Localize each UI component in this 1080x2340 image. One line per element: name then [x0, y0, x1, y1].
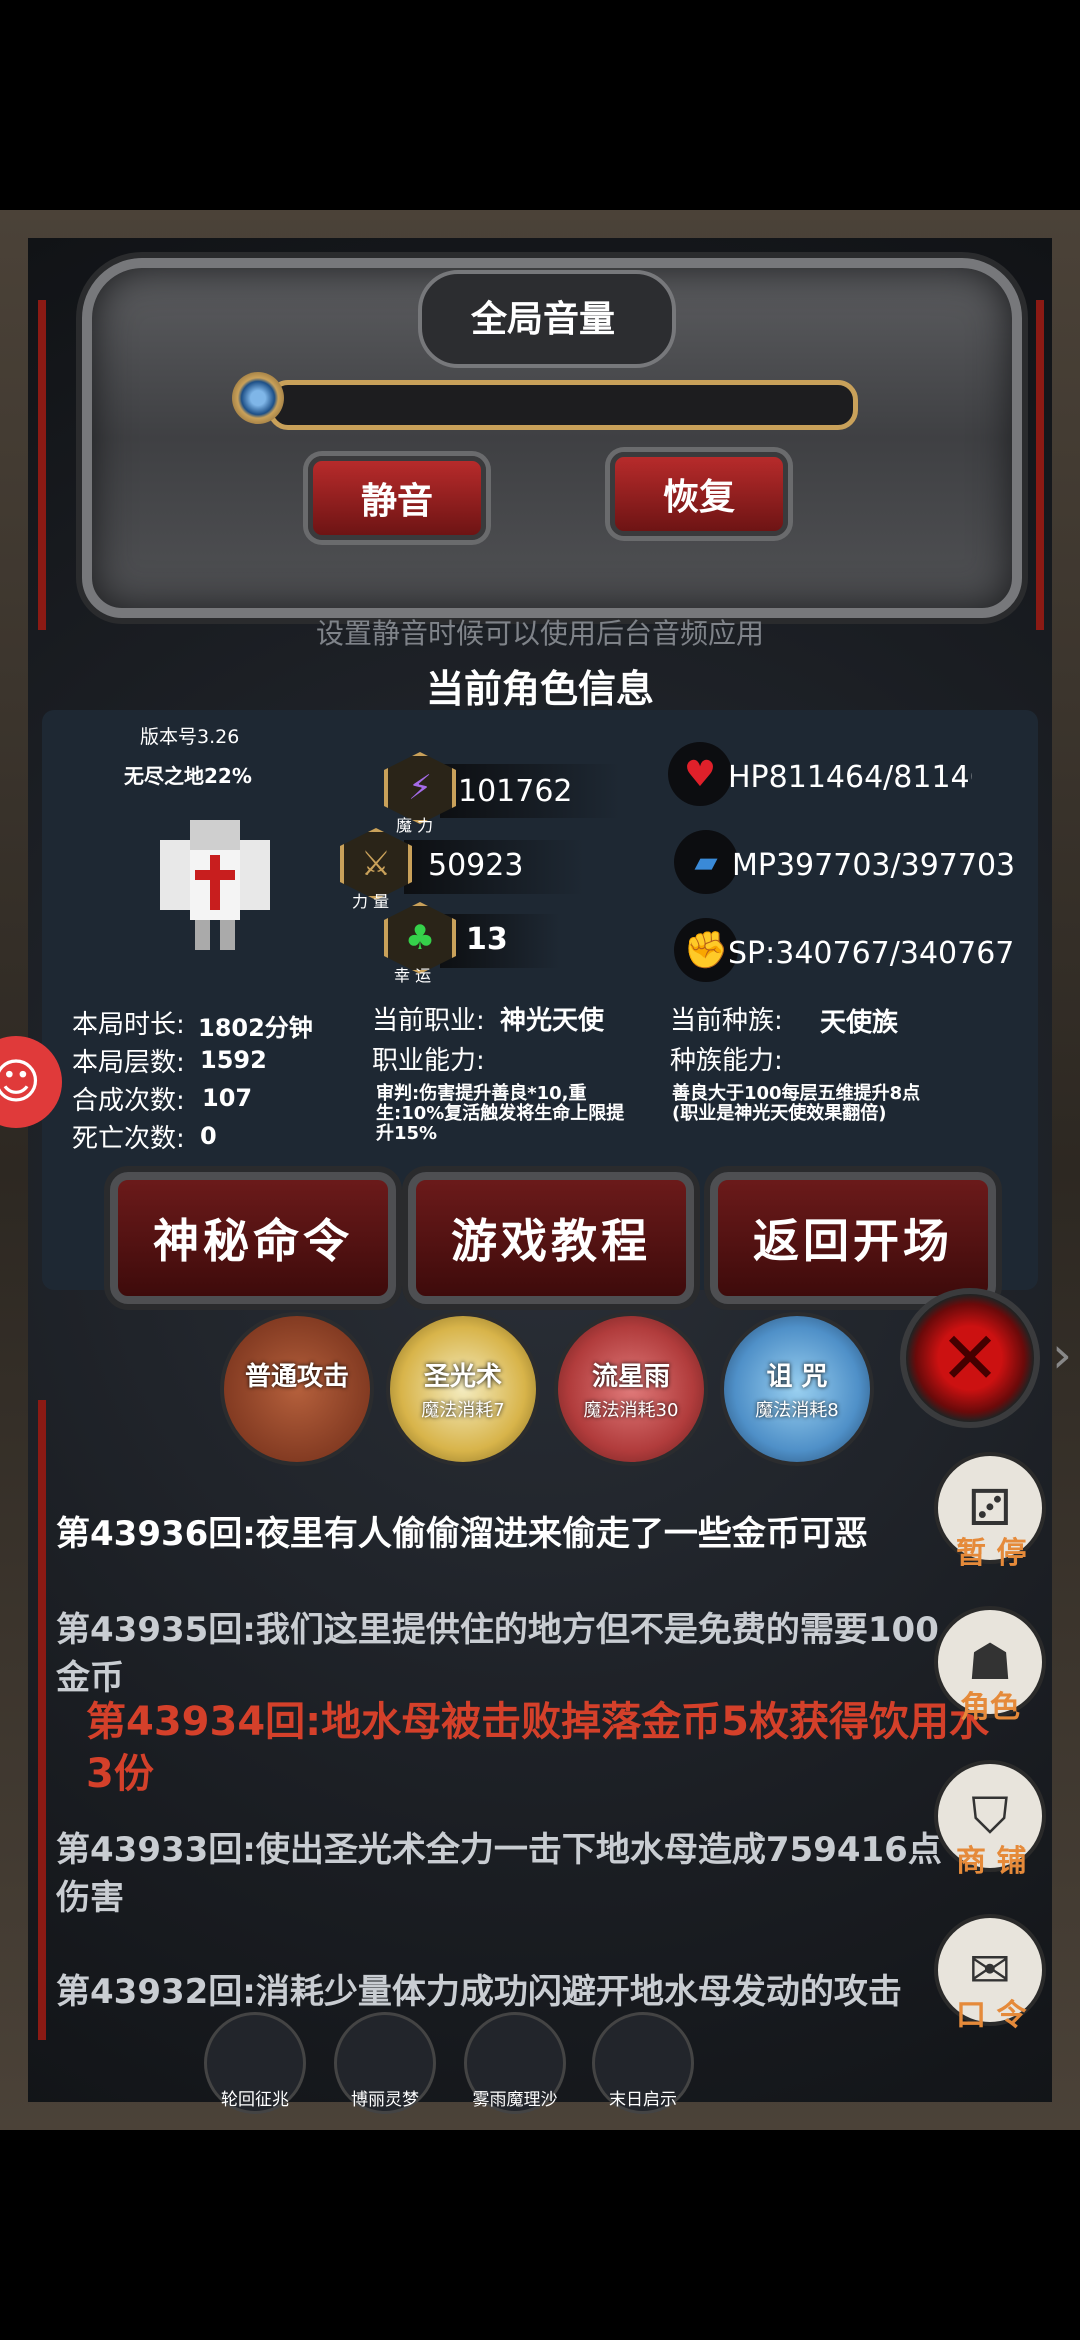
- command-button[interactable]: ✉ 口 令: [934, 1914, 1046, 2033]
- companion-slot[interactable]: 轮回征兆: [204, 2012, 306, 2114]
- synth-value: 107: [202, 1084, 253, 1112]
- log-line: 第43935回:我们这里提供住的地方但不是免费的需要100金币: [56, 1610, 939, 1698]
- job-ability-label: 职业能力:: [372, 1046, 485, 1076]
- skill-cost: 魔法消耗7: [421, 1400, 505, 1421]
- companion-slot[interactable]: 博丽灵梦: [334, 2012, 436, 2114]
- race-label: 当前种族:: [670, 1006, 783, 1036]
- character-button[interactable]: ☗ 角色: [934, 1606, 1046, 1725]
- mute-button[interactable]: 静音: [308, 456, 486, 540]
- sp-value: SP:340767/340767: [728, 936, 1015, 971]
- floors-label: 本局层数:: [72, 1048, 185, 1078]
- chevron-right-icon[interactable]: ›: [1052, 1326, 1072, 1384]
- power-value: 50923: [428, 848, 524, 883]
- hp-value: HP811464/811464: [728, 760, 972, 795]
- job-label: 当前职业:: [372, 1006, 485, 1036]
- duration-value: 1802分钟: [198, 1014, 313, 1042]
- log-line: 第43936回:夜里有人偷偷溜进来偷走了一些金币可恶: [56, 1514, 868, 1554]
- skill-curse[interactable]: 诅 咒 魔法消耗8: [720, 1312, 874, 1466]
- mp-value: MP397703/397703: [732, 848, 1016, 883]
- race-value: 天使族: [820, 1008, 899, 1038]
- shop-button[interactable]: ⛉ 商 铺: [934, 1760, 1046, 1879]
- job-value: 神光天使: [500, 1006, 605, 1036]
- close-icon[interactable]: ✕: [900, 1288, 1040, 1428]
- red-strip-left: [38, 300, 46, 630]
- volume-slider-knob-icon[interactable]: [232, 372, 284, 424]
- role-title: 当前角色信息: [425, 667, 654, 711]
- luck-label: 幸 运: [394, 966, 432, 985]
- log-line: 第43934回:地水母被击败掉落金币5枚获得饮用水3份: [86, 1699, 989, 1797]
- power-label: 力 量: [352, 892, 390, 911]
- mana-icon: ▰: [674, 830, 738, 894]
- skill-cost: 魔法消耗30: [583, 1400, 679, 1421]
- deaths-label: 死亡次数:: [72, 1124, 185, 1154]
- luck-value: 13: [466, 922, 508, 957]
- volume-hint: 设置静音时候可以使用后台音频应用: [315, 617, 764, 650]
- red-strip-left-lower: [38, 1400, 46, 2040]
- skill-name: 圣光术: [423, 1362, 502, 1392]
- character-label: 角色: [960, 1690, 1020, 1725]
- magic-label: 魔 力: [396, 816, 434, 835]
- companion-name: 轮回征兆: [221, 2090, 289, 2110]
- volume-slider[interactable]: [268, 380, 858, 430]
- job-ability-desc: 审判:伤害提升善良*10,重生:10%复活触发将生命上限提升15%: [376, 1083, 625, 1144]
- floors-value: 1592: [200, 1046, 267, 1074]
- companion-slot[interactable]: 末日启示: [592, 2012, 694, 2114]
- magic-value: 101762: [458, 774, 573, 809]
- log-line: 第43932回:消耗少量体力成功闪避开地水母发动的攻击: [56, 1972, 902, 2012]
- pause-button[interactable]: ⚂ 暂 停: [934, 1452, 1046, 1571]
- shop-label: 商 铺: [956, 1844, 1027, 1879]
- angel-avatar-icon: [160, 820, 270, 950]
- synth-label: 合成次数:: [72, 1086, 185, 1116]
- secret-command-button[interactable]: 神秘命令: [110, 1172, 396, 1304]
- race-ability-desc: 善良大于100每层五维提升8点(职业是神光天使效果翻倍): [672, 1083, 921, 1124]
- skill-holy-light[interactable]: 圣光术 魔法消耗7: [386, 1312, 540, 1466]
- skill-name: 普通攻击: [244, 1362, 349, 1392]
- duration-label: 本局时长:: [72, 1010, 185, 1040]
- red-strip-right: [1036, 300, 1044, 630]
- heart-icon: ♥: [668, 742, 732, 806]
- command-label: 口 令: [956, 1998, 1027, 2033]
- skill-cost: 魔法消耗8: [755, 1400, 839, 1421]
- skill-normal-attack[interactable]: 普通攻击: [220, 1312, 374, 1466]
- companion-name: 博丽灵梦: [351, 2090, 419, 2110]
- tutorial-button[interactable]: 游戏教程: [408, 1172, 694, 1304]
- volume-title: 全局音量: [470, 299, 615, 340]
- companion-name: 雾雨魔理沙: [472, 2090, 558, 2110]
- companion-name: 末日启示: [609, 2090, 677, 2110]
- region-label: 无尽之地22%: [124, 764, 252, 788]
- back-to-start-button[interactable]: 返回开场: [710, 1172, 996, 1304]
- log-line: 第43933回:使出圣光术全力一击下地水母造成759416点伤害: [56, 1830, 942, 1918]
- restore-button[interactable]: 恢复: [610, 452, 788, 536]
- race-ability-label: 种族能力:: [670, 1046, 783, 1076]
- skill-name: 诅 咒: [766, 1362, 828, 1392]
- deaths-value: 0: [200, 1122, 217, 1150]
- skill-meteor[interactable]: 流星雨 魔法消耗30: [554, 1312, 708, 1466]
- pause-label: 暂 停: [956, 1536, 1027, 1571]
- companion-slot[interactable]: 雾雨魔理沙: [464, 2012, 566, 2114]
- skill-name: 流星雨: [591, 1362, 670, 1392]
- version-label: 版本号3.26: [140, 726, 240, 748]
